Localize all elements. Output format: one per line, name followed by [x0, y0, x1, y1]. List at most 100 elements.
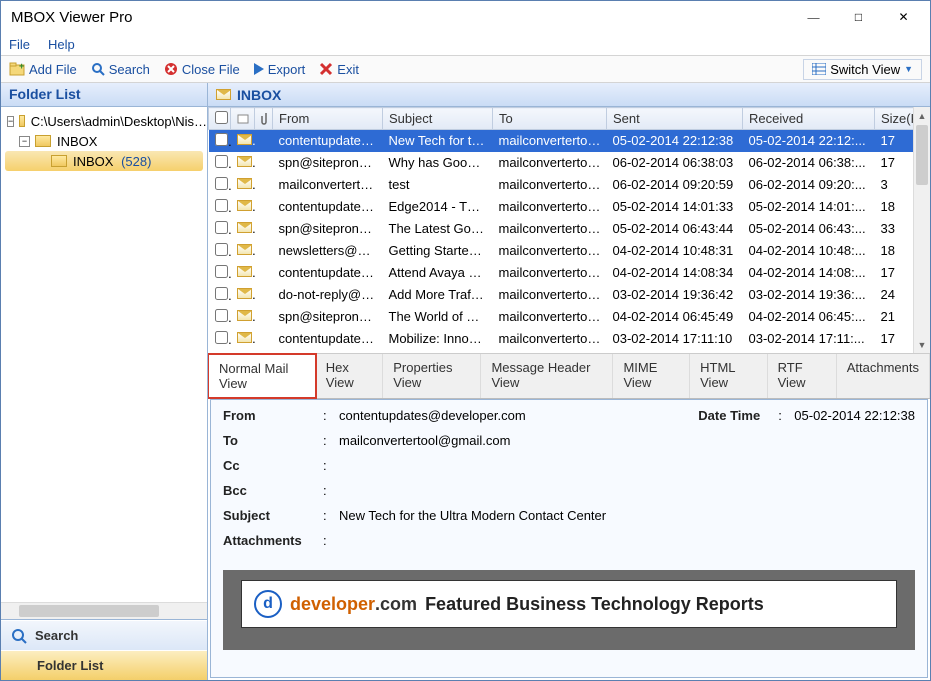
cell-sent: 04-02-2014 10:48:31: [607, 240, 743, 262]
tree-inbox-child-label: INBOX: [73, 154, 113, 169]
close-file-button[interactable]: Close File: [164, 62, 240, 77]
value-cc: [339, 458, 915, 473]
exit-button[interactable]: Exit: [319, 62, 359, 77]
tab-attachments[interactable]: Attachments: [837, 354, 930, 398]
tab-properties-view[interactable]: Properties View: [383, 354, 481, 398]
close-file-icon: [164, 62, 178, 76]
mail-icon: [231, 218, 255, 240]
export-label: Export: [268, 62, 306, 77]
menu-help[interactable]: Help: [48, 37, 75, 52]
tab-mime-view[interactable]: MIME View: [613, 354, 690, 398]
row-checkbox[interactable]: [209, 262, 231, 284]
nav-search-label: Search: [35, 628, 78, 643]
folder-panel: Folder List − C:\Users\admin\Desktop\Nis…: [1, 83, 208, 680]
title-bar: MBOX Viewer Pro ― □ ✕: [1, 1, 930, 33]
tree-inbox[interactable]: − INBOX: [1, 131, 207, 151]
mail-icon: [231, 174, 255, 196]
table-row[interactable]: contentupdates...Mobilize: Innovat...mai…: [209, 328, 930, 350]
row-checkbox[interactable]: [209, 174, 231, 196]
tab-html-view[interactable]: HTML View: [690, 354, 768, 398]
export-button[interactable]: Export: [254, 62, 306, 77]
row-checkbox[interactable]: [209, 328, 231, 350]
row-attach: [255, 306, 273, 328]
cell-from: contentupdates...: [273, 262, 383, 284]
mail-icon: [231, 196, 255, 218]
col-icon[interactable]: [231, 108, 255, 130]
col-from[interactable]: From: [273, 108, 383, 130]
tab-rtf-view[interactable]: RTF View: [768, 354, 837, 398]
menu-file[interactable]: File: [9, 37, 30, 52]
folder-icon: [19, 115, 24, 127]
col-subject[interactable]: Subject: [383, 108, 493, 130]
tree-horizontal-scrollbar[interactable]: [1, 602, 207, 619]
content-panel: INBOX From Subject To Sent Received: [208, 83, 930, 680]
table-row[interactable]: do-not-reply@de...Add More Traffic ...ma…: [209, 284, 930, 306]
tree-inbox-child[interactable]: INBOX (528): [5, 151, 203, 171]
minimize-button[interactable]: ―: [791, 3, 836, 31]
row-checkbox[interactable]: [209, 152, 231, 174]
close-button[interactable]: ✕: [881, 3, 926, 31]
table-row[interactable]: spn@sitepronew...The World of Eco...mail…: [209, 306, 930, 328]
table-row[interactable]: editor@esitesecr...eSiteSecrets.com ...m…: [209, 350, 930, 354]
view-tabs: Normal Mail View Hex View Properties Vie…: [208, 353, 930, 399]
table-row[interactable]: contentupdates...New Tech for the ...mai…: [209, 130, 930, 152]
nav-folder-list-label: Folder List: [37, 658, 103, 673]
tab-message-header-view[interactable]: Message Header View: [481, 354, 613, 398]
maximize-button[interactable]: □: [836, 3, 881, 31]
col-attachment[interactable]: [255, 108, 273, 130]
table-row[interactable]: newsletters@dev...Getting Started ...mai…: [209, 240, 930, 262]
folder-icon: [51, 155, 67, 167]
table-row[interactable]: mailconvertertool...testmailconvertertoo…: [209, 174, 930, 196]
col-received[interactable]: Received: [743, 108, 875, 130]
table-row[interactable]: contentupdates...Edge2014 - The P...mail…: [209, 196, 930, 218]
row-checkbox[interactable]: [209, 240, 231, 262]
mail-icon: [216, 89, 231, 100]
cell-to: mailconvertertool...: [493, 152, 607, 174]
folder-tree[interactable]: − C:\Users\admin\Desktop\Nis… − INBOX IN…: [1, 107, 207, 602]
table-row[interactable]: contentupdates...Attend Avaya Evo...mail…: [209, 262, 930, 284]
scroll-up-icon[interactable]: ▲: [914, 107, 930, 124]
row-checkbox[interactable]: [209, 196, 231, 218]
preview-headline: Featured Business Technology Reports: [425, 594, 764, 615]
select-all-checkbox[interactable]: [209, 108, 231, 130]
scroll-down-icon[interactable]: ▼: [914, 336, 930, 353]
row-checkbox[interactable]: [209, 284, 231, 306]
row-attach: [255, 328, 273, 350]
cell-subject: The World of Eco...: [383, 306, 493, 328]
col-sent[interactable]: Sent: [607, 108, 743, 130]
row-checkbox[interactable]: [209, 306, 231, 328]
tree-inbox-label: INBOX: [57, 134, 97, 149]
tab-normal-mail-view[interactable]: Normal Mail View: [208, 353, 317, 399]
row-attach: [255, 262, 273, 284]
list-vertical-scrollbar[interactable]: ▲ ▼: [913, 107, 930, 353]
cell-from: newsletters@dev...: [273, 240, 383, 262]
cell-subject: test: [383, 174, 493, 196]
cell-subject: Why has Google ...: [383, 152, 493, 174]
col-to[interactable]: To: [493, 108, 607, 130]
add-file-button[interactable]: + Add File: [9, 62, 77, 77]
table-row[interactable]: spn@sitepronew...The Latest Googl...mail…: [209, 218, 930, 240]
value-attachments: [339, 533, 915, 548]
collapse-icon[interactable]: −: [19, 136, 30, 147]
row-checkbox[interactable]: [209, 350, 231, 354]
collapse-icon[interactable]: −: [7, 116, 14, 127]
message-preview: d developer.com Featured Business Techno…: [223, 570, 915, 650]
cell-to: mailconvertertool...: [493, 130, 607, 152]
window-title: MBOX Viewer Pro: [11, 9, 791, 26]
search-button[interactable]: Search: [91, 62, 150, 77]
tab-hex-view[interactable]: Hex View: [316, 354, 383, 398]
nav-folder-list[interactable]: Folder List: [1, 650, 207, 680]
cell-received: 04-02-2014 10:48:...: [743, 240, 875, 262]
search-icon: [91, 62, 105, 76]
tree-root[interactable]: − C:\Users\admin\Desktop\Nis…: [1, 111, 207, 131]
row-checkbox[interactable]: [209, 218, 231, 240]
menu-bar: File Help: [1, 33, 930, 55]
scroll-thumb[interactable]: [916, 125, 928, 185]
switch-view-button[interactable]: Switch View ▼: [803, 59, 922, 80]
cell-sent: 06-02-2014 09:20:59: [607, 174, 743, 196]
label-to: To: [223, 433, 323, 448]
table-row[interactable]: spn@sitepronew...Why has Google ...mailc…: [209, 152, 930, 174]
cell-received: 06-02-2014 06:38:...: [743, 152, 875, 174]
row-checkbox[interactable]: [209, 130, 231, 152]
nav-search[interactable]: Search: [1, 620, 207, 650]
